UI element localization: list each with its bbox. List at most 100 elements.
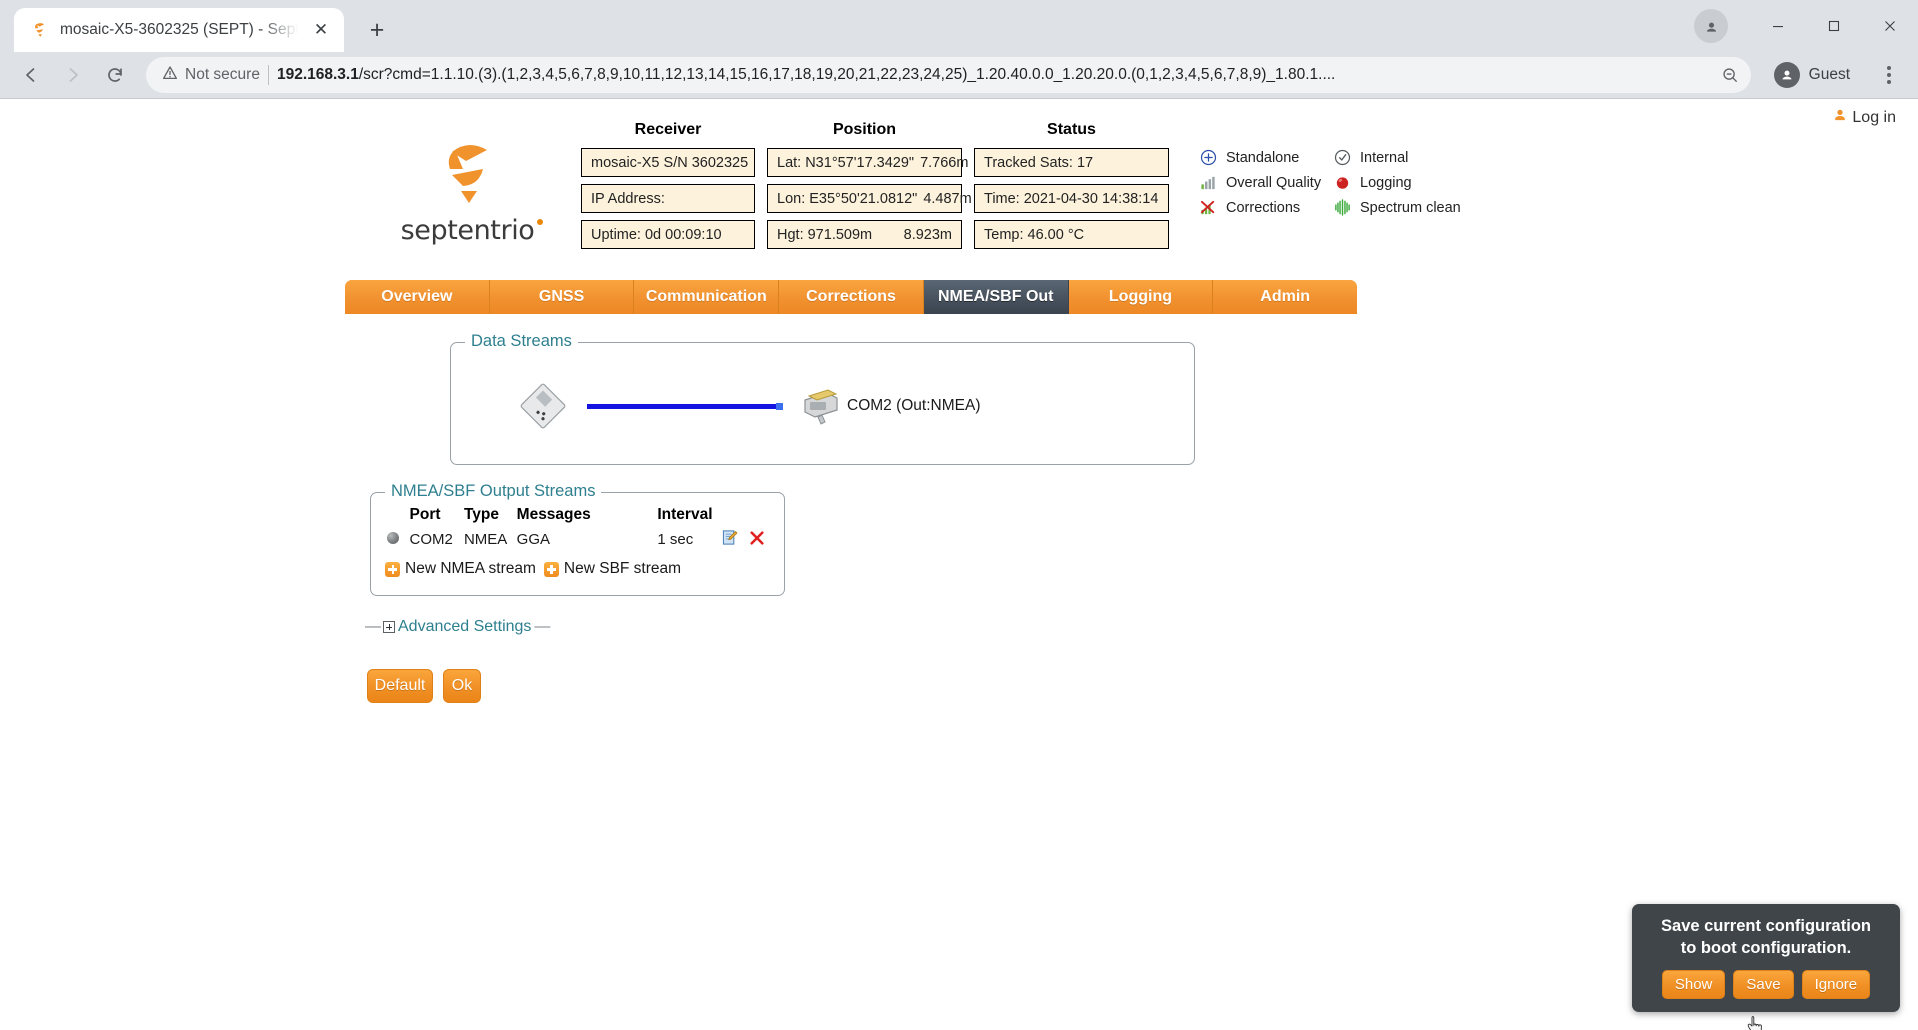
expand-plus-icon xyxy=(383,621,395,633)
tab-admin[interactable]: Admin xyxy=(1213,280,1357,314)
toast-show-button[interactable]: Show xyxy=(1662,970,1726,999)
status-label: Spectrum clean xyxy=(1360,200,1461,216)
septentrio-favicon-icon xyxy=(30,20,50,40)
address-bar[interactable]: Not secure 192.168.3.1/scr?cmd=1.1.10.(3… xyxy=(146,57,1751,93)
security-status-label: Not secure xyxy=(185,66,260,84)
minimize-window-button[interactable] xyxy=(1750,0,1806,52)
temperature-field: Temp: 46.00 °C xyxy=(974,220,1169,249)
profile-label: Guest xyxy=(1809,66,1850,84)
height-field: Hgt: 971.509m 8.923m xyxy=(767,220,962,249)
latitude-field: Lat: N31°57'17.3429"7.766m xyxy=(767,148,962,177)
data-streams-legend: Data Streams xyxy=(465,332,578,351)
browser-chrome: mosaic-X5-3602325 (SEPT) - Septen ✕ + xyxy=(0,0,1918,98)
url-text: 192.168.3.1/scr?cmd=1.1.10.(3).(1,2,3,4,… xyxy=(277,66,1707,84)
window-controls xyxy=(1694,0,1918,52)
brand-name-text: septentrio xyxy=(401,215,535,246)
url-host: 192.168.3.1 xyxy=(277,66,359,83)
advanced-settings-label: Advanced Settings xyxy=(398,618,531,636)
field-label: IP Address: xyxy=(591,191,665,207)
header-port: Port xyxy=(410,506,464,527)
browser-tab[interactable]: mosaic-X5-3602325 (SEPT) - Septen ✕ xyxy=(14,8,344,52)
new-sbf-stream-button[interactable]: New SBF stream xyxy=(544,560,681,578)
tab-gnss[interactable]: GNSS xyxy=(490,280,635,314)
stream-port-label: COM2 (Out:NMEA) xyxy=(847,397,980,415)
reload-button[interactable] xyxy=(96,56,134,94)
warning-triangle-icon xyxy=(162,65,178,86)
tab-title: mosaic-X5-3602325 (SEPT) - Septen xyxy=(60,21,298,39)
delete-stream-button[interactable] xyxy=(749,527,770,552)
plus-icon xyxy=(385,562,400,577)
clock-icon xyxy=(1333,148,1352,167)
field-label: Hgt: 971.509m xyxy=(777,227,872,243)
info-column-receiver: Receiver mosaic-X5 S/N 3602325 IP Addres… xyxy=(581,121,755,256)
default-button[interactable]: Default xyxy=(367,669,433,703)
toast-save-button[interactable]: Save xyxy=(1733,970,1793,999)
plus-circle-icon xyxy=(1199,148,1218,167)
status-label: Standalone xyxy=(1226,150,1299,166)
ok-button[interactable]: Ok xyxy=(443,669,481,703)
cell-type: NMEA xyxy=(464,527,517,552)
header-type: Type xyxy=(464,506,517,527)
edit-stream-button[interactable] xyxy=(722,527,749,552)
toast-ignore-button[interactable]: Ignore xyxy=(1802,970,1871,999)
field-value: 8.923m xyxy=(904,227,952,243)
new-tab-button[interactable]: + xyxy=(360,13,394,47)
field-label: Tracked Sats: 17 xyxy=(984,155,1093,171)
tab-logging[interactable]: Logging xyxy=(1069,280,1214,314)
field-label: mosaic-X5 S/N 3602325 xyxy=(591,155,748,171)
tracked-sats-field: Tracked Sats: 17 xyxy=(974,148,1169,177)
save-configuration-toast: Save current configuration to boot confi… xyxy=(1632,904,1900,1012)
kebab-menu-icon[interactable] xyxy=(1872,58,1906,92)
forward-button[interactable] xyxy=(54,56,92,94)
new-stream-links: New NMEA stream New SBF stream xyxy=(385,560,770,578)
status-label: Overall Quality xyxy=(1226,175,1321,191)
tab-overview[interactable]: Overview xyxy=(345,280,490,314)
tab-corrections[interactable]: Corrections xyxy=(779,280,924,314)
spectrum-icon xyxy=(1333,198,1352,217)
table-row[interactable]: COM2 NMEA GGA 1 sec xyxy=(385,527,770,552)
time-field: Time: 2021-04-30 14:38:14 xyxy=(974,184,1169,213)
zoom-out-icon[interactable] xyxy=(1715,60,1745,90)
stream-connection-line xyxy=(587,404,779,409)
close-tab-icon[interactable]: ✕ xyxy=(308,17,334,43)
column-title: Status xyxy=(974,121,1169,139)
header-messages: Messages xyxy=(517,506,658,527)
serial-connector-icon xyxy=(797,386,843,426)
no-corrections-icon xyxy=(1199,198,1218,217)
profile-button[interactable]: Guest xyxy=(1769,58,1864,92)
column-title: Position xyxy=(767,121,962,139)
toast-message-line1: Save current configuration xyxy=(1644,916,1888,938)
receiver-header: septentrio Receiver mosaic-X5 S/N 360232… xyxy=(0,99,1918,256)
back-button[interactable] xyxy=(12,56,50,94)
globe-icon xyxy=(387,532,399,544)
status-standalone: Standalone xyxy=(1199,148,1325,167)
longitude-field: Lon: E35°50'21.0812"4.487m xyxy=(767,184,962,213)
security-status[interactable]: Not secure xyxy=(162,65,260,86)
tab-nmea-sbf-out[interactable]: NMEA/SBF Out xyxy=(924,280,1069,314)
status-label: Corrections xyxy=(1226,200,1300,216)
omnibox-divider xyxy=(268,65,269,85)
new-nmea-stream-button[interactable]: New NMEA stream xyxy=(385,560,536,578)
brand-name: septentrio xyxy=(401,215,535,246)
field-value: 7.766m xyxy=(920,155,968,171)
person-icon xyxy=(1774,62,1800,88)
url-path: /scr?cmd=1.1.10.(3).(1,2,3,4,5,6,7,8,9,1… xyxy=(359,66,1336,83)
status-label: Logging xyxy=(1360,175,1412,191)
status-corrections: Corrections xyxy=(1199,198,1325,217)
uptime-field: Uptime: 0d 00:09:10 xyxy=(581,220,755,249)
status-internal: Internal xyxy=(1333,148,1461,167)
maximize-window-button[interactable] xyxy=(1806,0,1862,52)
field-label: Lat: N31°57'17.3429" xyxy=(777,155,914,171)
dash-left: — xyxy=(365,618,380,636)
profile-badge-icon[interactable] xyxy=(1694,9,1728,43)
record-dot-icon xyxy=(1333,173,1352,192)
tab-communication[interactable]: Communication xyxy=(634,280,779,314)
receiver-chip-icon xyxy=(517,383,569,429)
advanced-settings-toggle[interactable]: — Advanced Settings — xyxy=(365,618,557,636)
field-value: 4.487m xyxy=(923,191,971,207)
toast-message-line2: to boot configuration. xyxy=(1644,938,1888,960)
septentrio-logo-icon xyxy=(435,135,501,205)
close-window-button[interactable] xyxy=(1862,0,1918,52)
output-streams-legend: NMEA/SBF Output Streams xyxy=(385,482,601,501)
output-streams-table: Port Type Messages Interval COM2 NMEA GG… xyxy=(385,506,770,552)
